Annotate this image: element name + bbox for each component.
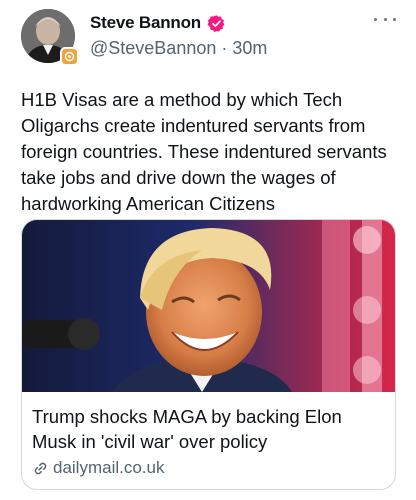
card-domain[interactable]: dailymail.co.uk (32, 458, 165, 478)
more-options-icon[interactable] (374, 14, 396, 24)
card-title[interactable]: Trump shocks MAGA by backing Elon Musk i… (32, 404, 387, 454)
handle[interactable]: @SteveBannon (90, 38, 216, 59)
affiliate-badge-icon (60, 47, 79, 66)
more-dot (374, 17, 377, 21)
link-icon (34, 462, 47, 474)
verified-badge-icon (207, 14, 225, 32)
handle-row: @SteveBannon · 30m (90, 38, 267, 59)
more-dot (393, 17, 396, 21)
tweet-text: H1B Visas are a method by which Tech Oli… (21, 89, 387, 214)
tweet[interactable]: Steve Bannon @SteveBannon · 30m H1B Visa… (0, 0, 416, 500)
more-dot (383, 17, 387, 21)
photo-of-smiling-man-icon (22, 220, 395, 392)
card-domain-text: dailymail.co.uk (53, 458, 165, 477)
link-card[interactable]: Trump shocks MAGA by backing Elon Musk i… (21, 219, 396, 490)
card-image[interactable] (22, 220, 395, 392)
timestamp[interactable]: 30m (232, 38, 267, 59)
display-name[interactable]: Steve Bannon (90, 13, 201, 33)
separator-dot: · (221, 38, 228, 58)
author-name-row[interactable]: Steve Bannon (90, 11, 226, 35)
